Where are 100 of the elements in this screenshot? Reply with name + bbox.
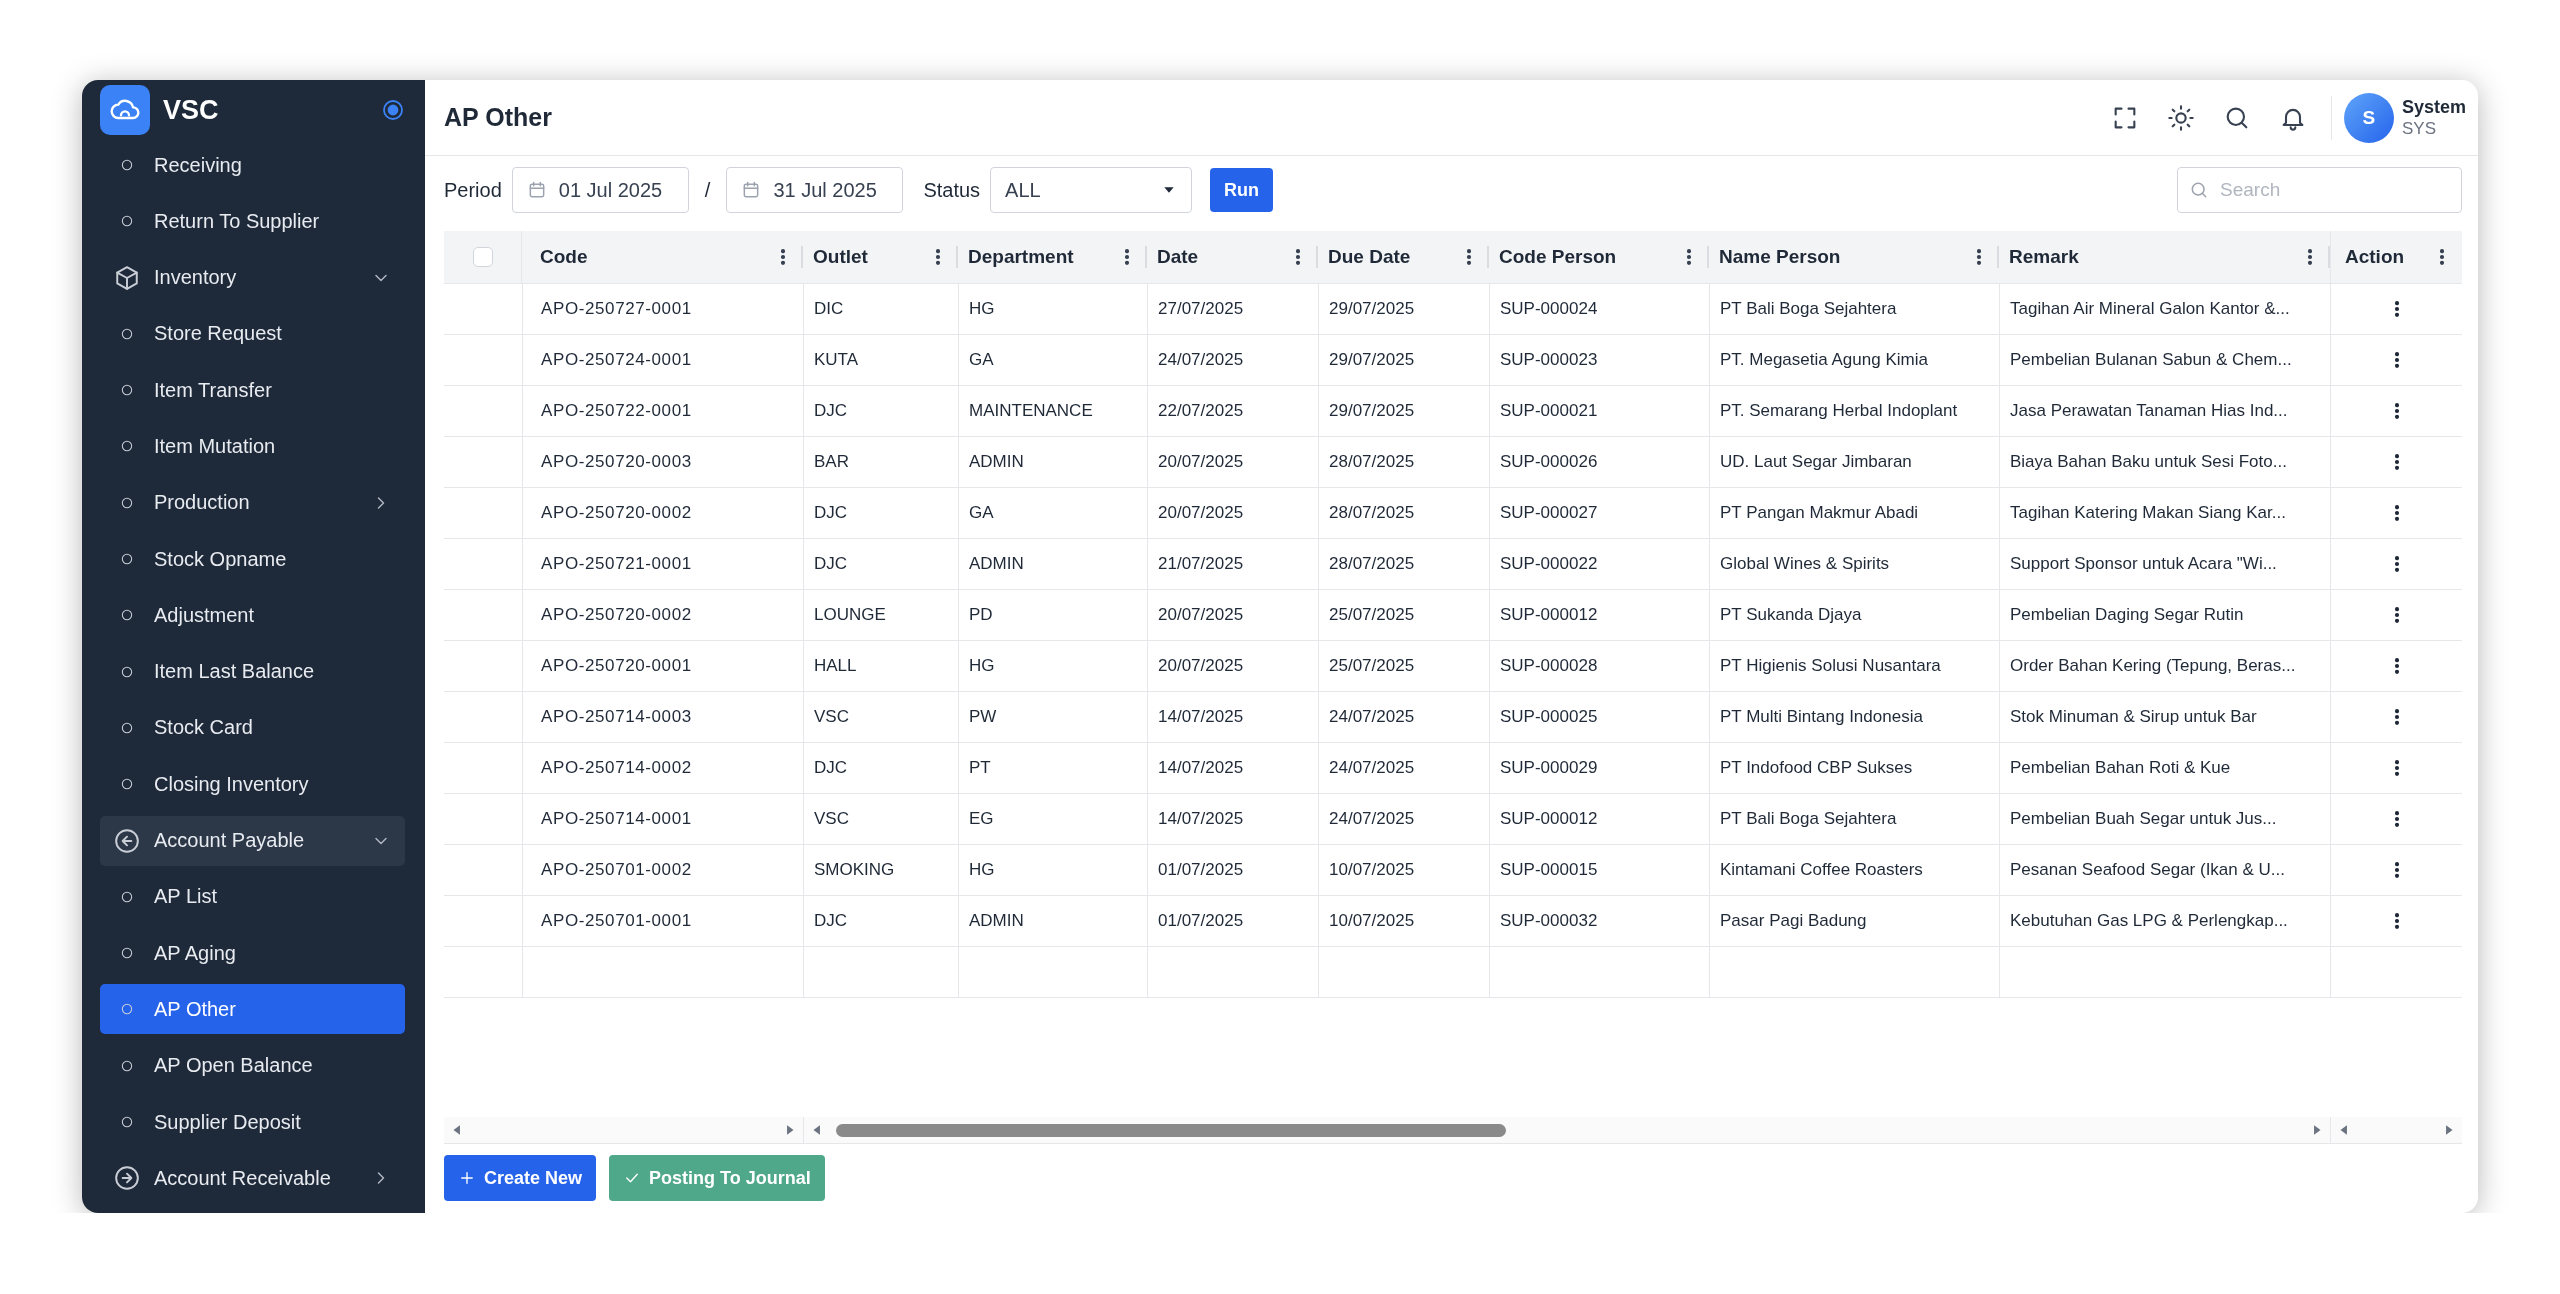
table-cell: 27/07/2025 [1147,284,1318,334]
table-cell: Pesanan Seafood Segar (Ikan & U... [1999,845,2330,895]
sidebar-item[interactable]: Item Last Balance [100,646,405,697]
create-new-button[interactable]: Create New [444,1155,597,1201]
table-cell: LOUNGE [803,590,958,640]
table-cell: SUP-000025 [1489,692,1709,742]
select-all-checkbox[interactable] [472,247,493,267]
table-cell: 28/07/2025 [1318,539,1489,589]
column-header[interactable]: Remark [2009,246,2300,268]
sidebar-item[interactable]: Stock Opname [100,534,405,585]
sidebar-item[interactable]: AP Open Balance [100,1040,405,1091]
table-cell: Pasar Pagi Badung [1709,896,1999,946]
circle-icon [120,383,134,398]
table-cell: 21/07/2025 [1147,539,1318,589]
date-field[interactable]: 01 Jul 2025 [511,167,689,213]
date-field[interactable]: 31 Jul 2025 [726,167,904,213]
table-cell: 25/07/2025 [1318,590,1489,640]
column-header[interactable]: Code [540,246,773,268]
table-cell: DJC [803,539,958,589]
table-cell: 29/07/2025 [1318,335,1489,385]
table-cell: SUP-000032 [1489,896,1709,946]
table-cell: Tagihan Katering Makan Siang Kar... [1999,488,2330,538]
table-cell: 25/07/2025 [1318,641,1489,691]
app-name: VSC [163,94,220,126]
user-name: System [2401,95,2466,118]
table-cell: APO-250720-0002 [522,488,803,538]
column-header[interactable]: Outlet [813,246,928,268]
column-header[interactable]: Due Date [1328,246,1459,268]
table-cell: SUP-000012 [1489,590,1709,640]
table-cell: 14/07/2025 [1147,794,1318,844]
status-select[interactable]: ALL [990,167,1193,213]
table-cell: 20/07/2025 [1147,488,1318,538]
avatar[interactable]: S [2343,92,2394,143]
table-cell: 24/07/2025 [1318,743,1489,793]
sidebar-item[interactable]: AP Other [100,984,405,1035]
circle-icon [120,439,134,454]
circle-icon [120,552,134,567]
sidebar-section[interactable]: Inventory [100,252,405,303]
table-cell: VSC [803,794,958,844]
column-header[interactable]: Code Person [1499,246,1679,268]
search-field[interactable]: Search [2177,167,2462,213]
table-cell: ADMIN [958,437,1147,487]
circle-icon [120,1002,134,1017]
circle-icon [120,326,134,341]
circle-icon [120,608,134,623]
sidebar-item[interactable]: Adjustment [100,590,405,641]
cube-icon [114,264,140,291]
sidebar-item[interactable]: Store Request [100,308,405,359]
table-cell: DIC [803,284,958,334]
sidebar-section[interactable]: Account Payable [100,815,405,866]
circle-icon [120,158,134,172]
run-button[interactable]: Run [1210,168,1274,212]
table-cell: APO-250727-0001 [522,284,803,334]
circle-dot-icon[interactable] [381,98,405,122]
separator-text: / [704,178,711,202]
table-cell: 01/07/2025 [1147,896,1318,946]
table-cell: VSC [803,692,958,742]
table-cell: PT Indofood CBP Sukses [1709,743,1999,793]
table-cell: Support Sponsor untuk Acara "Wi... [1999,539,2330,589]
sidebar-item[interactable]: Return To Supplier [100,196,405,247]
column-header[interactable]: Name Person [1719,246,1969,268]
table-cell: Stok Minuman & Sirup untuk Bar [1999,692,2330,742]
sidebar-item[interactable]: Receiving [100,140,405,190]
table-cell: DJC [803,386,958,436]
table-cell: PD [958,590,1147,640]
sidebar-item[interactable]: Stock Card [100,702,405,753]
table-cell: 24/07/2025 [1147,335,1318,385]
horizontal-scrollbar[interactable] [444,1117,803,1143]
sidebar-item[interactable]: AP List [100,871,405,922]
scrollbar-thumb[interactable] [836,1123,1506,1137]
table-cell: SUP-000029 [1489,743,1709,793]
column-header[interactable]: Department [968,246,1117,268]
sidebar-item[interactable]: Item Transfer [100,365,405,416]
column-header[interactable]: Action [2345,246,2432,268]
table-cell: SUP-000015 [1489,845,1709,895]
table-cell: SUP-000028 [1489,641,1709,691]
table-cell: APO-250724-0001 [522,335,803,385]
circle-icon [120,664,134,679]
table-cell: UD. Laut Segar Jimbaran [1709,437,1999,487]
table-cell: Kintamani Coffee Roasters [1709,845,1999,895]
table-cell: APO-250714-0001 [522,794,803,844]
horizontal-scrollbar[interactable] [2330,1117,2462,1143]
table-cell: Pembelian Bulanan Sabun & Chem... [1999,335,2330,385]
table-cell: 20/07/2025 [1147,590,1318,640]
horizontal-scrollbar[interactable] [803,1117,2330,1143]
sidebar-item[interactable]: AP Aging [100,928,405,979]
sidebar-item[interactable]: Item Mutation [100,421,405,472]
sun-icon[interactable] [2166,103,2195,132]
table-cell: SUP-000027 [1489,488,1709,538]
table-cell: APO-250720-0001 [522,641,803,691]
sidebar-item[interactable]: Supplier Deposit [100,1097,405,1148]
table-cell: APO-250701-0002 [522,845,803,895]
table-cell: APO-250701-0001 [522,896,803,946]
sidebar-item[interactable]: Closing Inventory [100,759,405,810]
table-cell: PT Multi Bintang Indonesia [1709,692,1999,742]
table-cell: 20/07/2025 [1147,437,1318,487]
sidebar-section[interactable]: Account Receivable [100,1153,405,1204]
column-header[interactable]: Date [1157,246,1288,268]
sidebar-item[interactable]: Production [100,477,405,528]
table-cell: Pembelian Bahan Roti & Kue [1999,743,2330,793]
